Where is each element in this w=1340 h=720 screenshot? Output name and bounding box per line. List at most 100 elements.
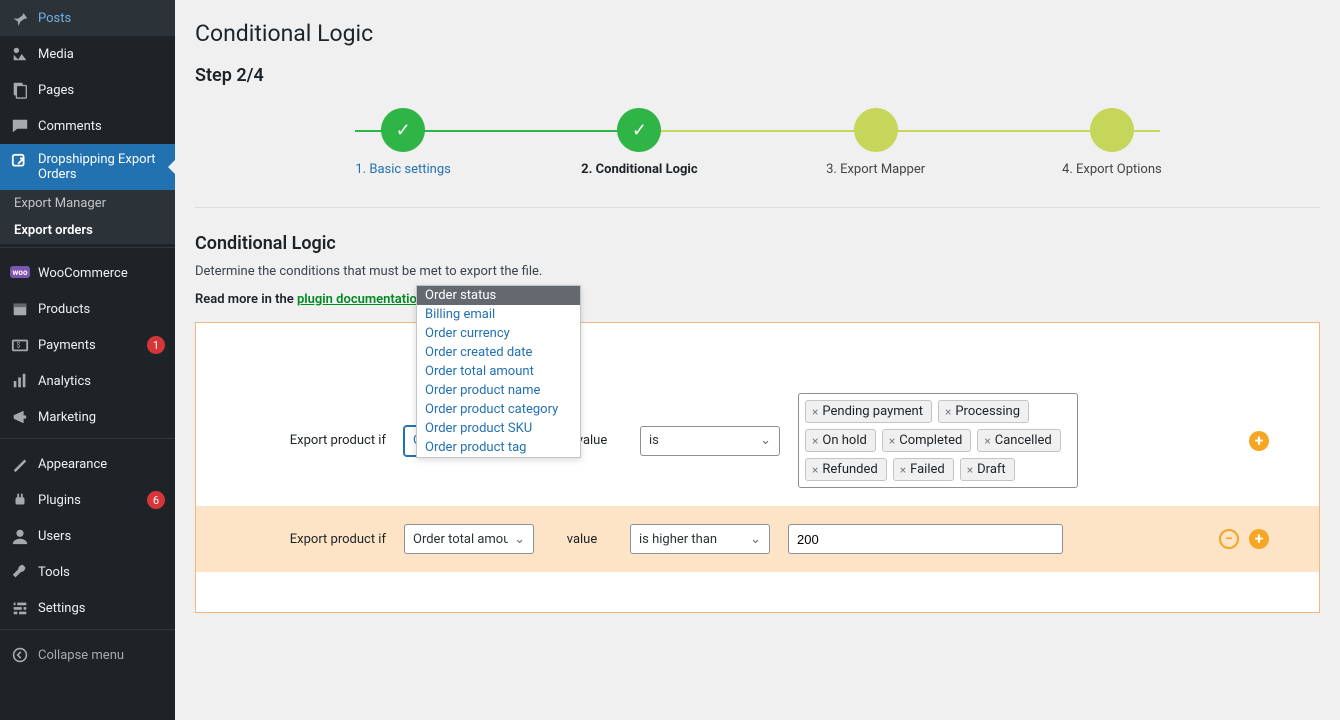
sidebar-item-pages[interactable]: Pages	[0, 72, 175, 108]
sidebar-item-label: Products	[38, 302, 165, 317]
sidebar-item-label: Users	[38, 529, 165, 544]
remove-tag-icon[interactable]: ×	[898, 463, 908, 477]
remove-tag-icon[interactable]: ×	[887, 434, 897, 448]
condition-label: Export product if	[246, 532, 386, 547]
condition-field-select[interactable]: Order total amount ⌄	[404, 524, 534, 554]
status-tag: ×On hold	[805, 429, 876, 452]
remove-tag-icon[interactable]: ×	[810, 463, 820, 477]
sidebar-item-label: Dropshipping Export Orders	[38, 152, 165, 182]
page-icon	[10, 80, 30, 100]
payments-icon: $	[10, 335, 30, 355]
step-num: 3.	[826, 162, 837, 177]
check-icon: ✓	[617, 108, 661, 152]
pin-icon	[10, 8, 30, 28]
chevron-down-icon: ⌄	[760, 433, 771, 448]
page-title: Conditional Logic	[195, 20, 1320, 47]
select-value: is	[649, 433, 659, 448]
step-circle-icon	[854, 108, 898, 152]
badge-count: 1	[147, 336, 165, 354]
remove-tag-icon[interactable]: ×	[982, 434, 992, 448]
sidebar-item-settings[interactable]: Settings	[0, 590, 175, 626]
remove-tag-icon[interactable]: ×	[965, 463, 975, 477]
sidebar-subitem-export-orders[interactable]: Export orders	[0, 217, 175, 244]
sidebar-item-appearance[interactable]: Appearance	[0, 446, 175, 482]
dropdown-option[interactable]: Order total amount	[417, 362, 580, 381]
sidebar-item-tools[interactable]: Tools	[0, 554, 175, 590]
sidebar-item-label: Marketing	[38, 410, 165, 425]
sidebar-item-marketing[interactable]: Marketing	[0, 399, 175, 435]
step-label-text: Conditional Logic	[596, 162, 698, 177]
main-content: Conditional Logic Step 2/4 ✓ 1. Basic se…	[175, 0, 1340, 653]
users-icon	[10, 526, 30, 546]
condition-operator-select[interactable]: is ⌄	[640, 426, 780, 456]
collapse-icon	[10, 645, 30, 665]
add-condition-button[interactable]: +	[1249, 529, 1269, 549]
status-tag: ×Cancelled	[977, 429, 1060, 452]
sidebar-item-users[interactable]: Users	[0, 518, 175, 554]
section-description: Determine the conditions that must be me…	[195, 264, 1320, 279]
sidebar-item-dropshipping[interactable]: Dropshipping Export Orders	[0, 144, 175, 190]
step-num: 4.	[1062, 162, 1073, 177]
condition-value-tags[interactable]: ×Pending payment ×Processing ×On hold ×C…	[798, 393, 1078, 488]
sidebar-collapse[interactable]: Collapse menu	[0, 637, 175, 673]
condition-operator-select[interactable]: is higher than ⌄	[630, 524, 770, 554]
media-icon	[10, 44, 30, 64]
sidebar-separator	[0, 438, 175, 443]
chevron-down-icon: ⌄	[750, 532, 761, 547]
dropdown-option[interactable]: Order product tag	[417, 438, 580, 457]
tools-icon	[10, 562, 30, 582]
sidebar-item-media[interactable]: Media	[0, 36, 175, 72]
step-basic-settings[interactable]: ✓ 1. Basic settings	[285, 108, 521, 177]
svg-text:$: $	[16, 341, 20, 350]
sidebar-item-label: Tools	[38, 565, 165, 580]
dropdown-option[interactable]: Order product name	[417, 381, 580, 400]
sidebar-item-comments[interactable]: Comments	[0, 108, 175, 144]
remove-tag-icon[interactable]: ×	[810, 405, 820, 419]
sidebar-item-analytics[interactable]: Analytics	[0, 363, 175, 399]
sidebar-item-plugins[interactable]: Plugins 6	[0, 482, 175, 518]
admin-sidebar: Posts Media Pages Comments Dropshipping …	[0, 0, 175, 720]
svg-text:woo: woo	[13, 268, 28, 277]
dropdown-option[interactable]: Billing email	[417, 305, 580, 324]
collapse-label: Collapse menu	[38, 648, 124, 663]
step-num: 2.	[581, 162, 592, 177]
documentation-hint: Read more in the plugin documentation →	[195, 291, 1320, 307]
condition-label: Export product if	[246, 433, 386, 448]
sidebar-item-posts[interactable]: Posts	[0, 0, 175, 36]
status-tag: ×Draft	[960, 458, 1015, 481]
sidebar-subitem-export-manager[interactable]: Export Manager	[0, 190, 175, 217]
step-export-mapper[interactable]: 3. Export Mapper	[758, 108, 994, 177]
dropdown-option[interactable]: Order product category	[417, 400, 580, 419]
remove-condition-button[interactable]: −	[1219, 529, 1239, 549]
remove-tag-icon[interactable]: ×	[943, 405, 953, 419]
sidebar-item-label: Pages	[38, 83, 165, 98]
step-conditional-logic: ✓ 2. Conditional Logic	[521, 108, 757, 177]
sidebar-item-products[interactable]: Products	[0, 291, 175, 327]
sidebar-separator	[0, 247, 175, 252]
field-select-dropdown[interactable]: Order status Billing email Order currenc…	[416, 285, 581, 458]
select-value: is higher than	[639, 532, 717, 547]
export-icon	[10, 152, 30, 172]
step-label-text: Basic settings	[369, 162, 451, 177]
dropdown-option[interactable]: Order product SKU	[417, 419, 580, 438]
condition-value-input[interactable]	[788, 524, 1063, 554]
sidebar-item-woocommerce[interactable]: woo WooCommerce	[0, 255, 175, 291]
sidebar-item-payments[interactable]: $ Payments 1	[0, 327, 175, 363]
step-export-options[interactable]: 4. Export Options	[994, 108, 1230, 177]
box-icon	[10, 299, 30, 319]
sidebar-separator	[0, 629, 175, 634]
dropdown-option[interactable]: Order status	[417, 286, 580, 305]
comment-icon	[10, 116, 30, 136]
sidebar-item-label: Settings	[38, 601, 165, 616]
sidebar-item-label: Posts	[38, 11, 165, 26]
condition-row: Export product if Order total amount ⌄ v…	[196, 506, 1319, 572]
section-title: Conditional Logic	[195, 233, 1320, 254]
step-label-text: Export Options	[1076, 162, 1162, 177]
analytics-icon	[10, 371, 30, 391]
add-condition-button[interactable]: +	[1249, 431, 1269, 451]
dropdown-option[interactable]: Order currency	[417, 324, 580, 343]
dropdown-option[interactable]: Order created date	[417, 343, 580, 362]
plugins-icon	[10, 490, 30, 510]
sidebar-item-label: WooCommerce	[38, 266, 165, 281]
remove-tag-icon[interactable]: ×	[810, 434, 820, 448]
